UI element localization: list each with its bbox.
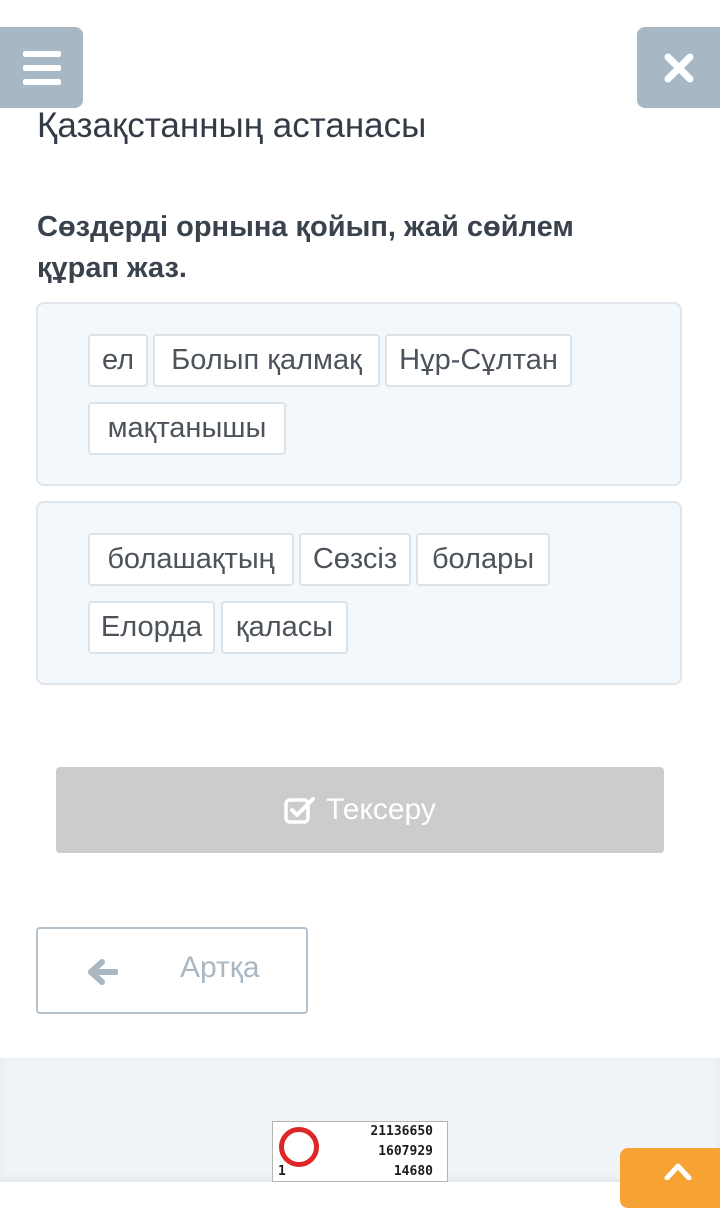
word-bank-2[interactable]: болашақтың Сөзсіз болары Елорда қаласы [36,501,682,685]
word-chip[interactable]: болашақтың [88,533,294,586]
arrow-left-icon [88,959,118,985]
check-button[interactable]: Тексеру [56,767,664,853]
check-button-label: Тексеру [326,793,436,826]
menu-button[interactable] [0,27,83,108]
word-chip[interactable]: мақтанышы [88,402,286,455]
word-chip[interactable]: болары [416,533,550,586]
image-stamp: 21136650 1607929 14680 1 [272,1121,448,1182]
hamburger-menu-icon [22,50,61,57]
word-chip[interactable]: қаласы [221,601,348,654]
chevron-up-icon [664,1163,692,1180]
word-bank-1[interactable]: ел Болып қалмақ Нұр-Сұлтан мақтанышы [36,302,682,486]
stamp-number: 21136650 [370,1124,433,1139]
scroll-up-button[interactable] [620,1148,720,1208]
hamburger-line [22,78,61,85]
word-chip[interactable]: Болып қалмақ [153,334,380,387]
word-chip[interactable]: Нұр-Сұлтан [385,334,572,387]
back-button[interactable]: Артқа [36,927,308,1014]
stamp-corner-number: 1 [278,1164,286,1179]
stamp-number: 14680 [393,1164,433,1179]
word-chip[interactable]: Елорда [88,601,215,654]
task-instruction: Сөздерді орнына қойып, жай сөйлем құрап … [37,211,574,284]
red-circle-icon [279,1127,319,1167]
word-chip[interactable]: ел [88,334,148,387]
stamp-number: 1607929 [378,1144,433,1159]
hamburger-line [22,64,61,71]
back-button-label: Артқа [180,951,260,984]
close-button[interactable] [637,27,720,108]
page-title: Қазақстанның астанасы [37,106,427,145]
checkbox-check-icon [284,797,316,824]
word-chip[interactable]: Сөзсіз [299,533,411,586]
close-x-icon [664,53,693,82]
